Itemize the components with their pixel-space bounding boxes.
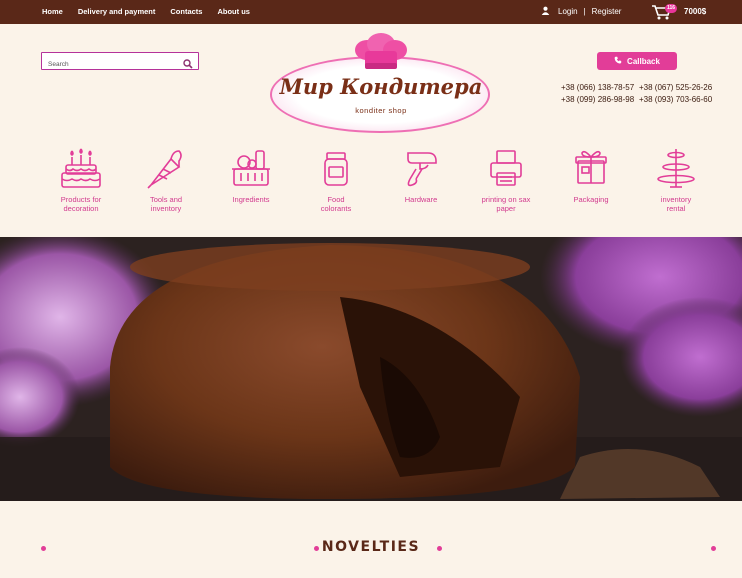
category-hardware[interactable]: Hardware <box>376 145 466 204</box>
register-link[interactable]: Register <box>592 7 622 16</box>
cart-count-badge: 116 <box>665 4 677 13</box>
chef-hat-icon <box>352 33 410 73</box>
category-label-line2: colorants <box>320 204 352 213</box>
phone-number[interactable]: +38 (067) 525-26-26 <box>639 82 719 94</box>
novelties-title: NOVELTIES <box>321 539 421 555</box>
decorative-dot <box>711 546 716 551</box>
category-menu: Products for decoration Tools and invent… <box>0 145 742 225</box>
category-label-line2: rental <box>666 204 686 213</box>
mixer-icon <box>376 145 466 191</box>
category-packaging[interactable]: Packaging <box>546 145 636 204</box>
piping-bag-icon <box>121 145 211 191</box>
hero-image <box>0 237 742 501</box>
nav-delivery-and-payment[interactable]: Delivery and payment <box>78 7 156 16</box>
phone-number[interactable]: +38 (099) 286-98-98 <box>561 94 639 106</box>
cake-stand-icon <box>631 145 721 191</box>
category-label-line2: inventory <box>150 204 182 213</box>
search-icon[interactable] <box>183 56 193 69</box>
category-ingredients[interactable]: Ingredients <box>206 145 296 204</box>
logo-subtitle: konditer shop <box>355 106 407 115</box>
nav-about-us[interactable]: About us <box>217 7 250 16</box>
top-navigation-bar: Home Delivery and payment Contacts About… <box>0 0 742 24</box>
printer-icon <box>461 145 551 191</box>
category-label-line1: Food <box>327 195 345 204</box>
callback-label: Callback <box>627 56 660 66</box>
category-label-line1: Products for <box>60 195 102 204</box>
category-label-line1: printing on sax <box>481 195 531 204</box>
category-label-line1: Hardware <box>404 195 438 204</box>
separator: | <box>583 7 586 16</box>
novelties-section-header: NOVELTIES <box>0 539 742 559</box>
login-link[interactable]: Login <box>558 7 578 16</box>
search-box <box>41 52 199 73</box>
cart-total[interactable]: 7000$ <box>684 7 706 16</box>
category-tools-and-inventory[interactable]: Tools and inventory <box>121 145 211 213</box>
category-products-for-decoration[interactable]: Products for decoration <box>36 145 126 213</box>
basket-icon <box>206 145 296 191</box>
hero-banner[interactable] <box>0 237 742 501</box>
category-label-line2: decoration <box>63 204 99 213</box>
gift-box-icon <box>546 145 636 191</box>
category-food-colorants[interactable]: Food colorants <box>291 145 381 213</box>
category-label-line2: paper <box>496 204 516 213</box>
category-label-line1: Tools and <box>149 195 183 204</box>
category-inventory-rental[interactable]: inventory rental <box>631 145 721 213</box>
jar-icon <box>291 145 381 191</box>
nav-contacts[interactable]: Contacts <box>170 7 202 16</box>
cake-icon <box>36 145 126 191</box>
main-nav: Home Delivery and payment Contacts About… <box>42 7 265 16</box>
logo-title: Мир Кондитера <box>279 74 483 99</box>
site-logo[interactable]: Мир Кондитера konditer shop <box>266 33 496 139</box>
phone-number[interactable]: +38 (066) 138-78-57 <box>561 82 639 94</box>
callback-button[interactable]: Callback <box>597 52 677 70</box>
category-label-line1: Packaging <box>573 195 609 204</box>
phone-numbers: +38 (066) 138-78-57 +38 (067) 525-26-26 … <box>561 82 721 105</box>
search-input[interactable] <box>42 56 177 73</box>
decorative-dot <box>437 546 442 551</box>
category-label-line1: inventory <box>660 195 692 204</box>
user-icon <box>541 6 550 17</box>
phone-icon <box>614 56 622 66</box>
phone-number[interactable]: +38 (093) 703-66-60 <box>639 94 719 106</box>
nav-home[interactable]: Home <box>42 7 63 16</box>
category-label-line1: Ingredients <box>232 195 270 204</box>
user-links: Login | Register <box>541 6 621 17</box>
category-printing-on-sax-paper[interactable]: printing on sax paper <box>461 145 551 213</box>
